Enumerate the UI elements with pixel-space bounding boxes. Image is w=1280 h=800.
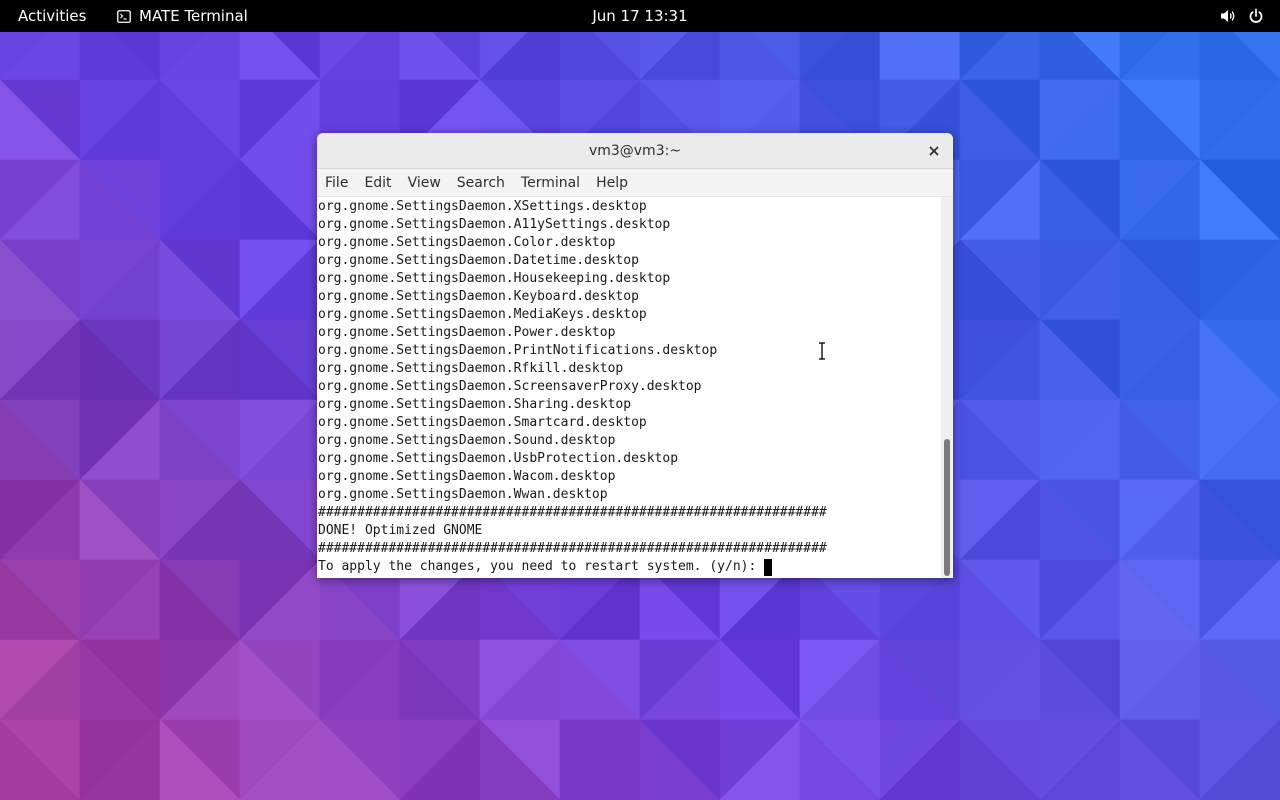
clock[interactable]: Jun 17 13:31 xyxy=(592,7,687,25)
terminal-line: org.gnome.SettingsDaemon.Datetime.deskto… xyxy=(318,253,639,268)
terminal-line: org.gnome.SettingsDaemon.Housekeeping.de… xyxy=(318,271,671,286)
terminal-line: DONE! Optimized GNOME xyxy=(318,523,483,538)
terminal-line: org.gnome.SettingsDaemon.Color.desktop xyxy=(318,235,616,250)
terminal-scrollbar[interactable] xyxy=(941,197,953,578)
terminal-line: org.gnome.SettingsDaemon.PrintNotificati… xyxy=(318,343,718,358)
activities-button[interactable]: Activities xyxy=(18,0,86,32)
terminal-line: org.gnome.SettingsDaemon.Keyboard.deskto… xyxy=(318,289,639,304)
terminal-output[interactable]: org.gnome.SettingsDaemon.XSettings.deskt… xyxy=(317,197,941,578)
menu-help[interactable]: Help xyxy=(590,169,634,197)
scrollbar-thumb[interactable] xyxy=(944,439,950,576)
window-titlebar[interactable]: vm3@vm3:~ xyxy=(317,133,953,169)
menu-file[interactable]: File xyxy=(319,169,354,197)
top-bar: Activities MATE Terminal Jun 17 13:31 xyxy=(0,0,1280,32)
terminal-line: org.gnome.SettingsDaemon.Sharing.desktop xyxy=(318,397,632,412)
terminal-prompt-line: To apply the changes, you need to restar… xyxy=(318,558,827,576)
terminal-line: org.gnome.SettingsDaemon.Wwan.desktop xyxy=(318,487,608,502)
terminal-prompt: To apply the changes, you need to restar… xyxy=(318,559,765,574)
close-button[interactable] xyxy=(925,142,943,160)
terminal-icon xyxy=(117,9,131,23)
terminal-line: org.gnome.SettingsDaemon.UsbProtection.d… xyxy=(318,451,679,466)
menu-bar: File Edit View Search Terminal Help xyxy=(317,169,953,197)
terminal-line: org.gnome.SettingsDaemon.Sound.desktop xyxy=(318,433,616,448)
app-name: MATE Terminal xyxy=(139,7,248,25)
terminal-cursor xyxy=(764,558,773,576)
menu-terminal[interactable]: Terminal xyxy=(515,169,586,197)
power-icon xyxy=(1249,8,1263,23)
terminal-lines: org.gnome.SettingsDaemon.XSettings.deskt… xyxy=(318,198,827,576)
system-tray[interactable] xyxy=(1220,0,1264,32)
terminal-line: ########################################… xyxy=(318,541,827,556)
volume-icon xyxy=(1221,10,1235,22)
terminal-line: org.gnome.SettingsDaemon.A11ySettings.de… xyxy=(318,217,671,232)
close-icon xyxy=(929,146,939,156)
window-title: vm3@vm3:~ xyxy=(588,143,682,159)
app-menu-button[interactable]: MATE Terminal xyxy=(117,0,248,32)
menu-search[interactable]: Search xyxy=(451,169,511,197)
terminal-line: org.gnome.SettingsDaemon.Smartcard.deskt… xyxy=(318,415,647,430)
menu-edit[interactable]: Edit xyxy=(358,169,397,197)
terminal-line: org.gnome.SettingsDaemon.ScreensaverProx… xyxy=(318,379,702,394)
terminal-line: org.gnome.SettingsDaemon.Power.desktop xyxy=(318,325,616,340)
terminal-line: org.gnome.SettingsDaemon.Rfkill.desktop xyxy=(318,361,624,376)
terminal-line: org.gnome.SettingsDaemon.XSettings.deskt… xyxy=(318,199,647,214)
terminal-line: org.gnome.SettingsDaemon.MediaKeys.deskt… xyxy=(318,307,647,322)
menu-view[interactable]: View xyxy=(402,169,447,197)
terminal-line: org.gnome.SettingsDaemon.Wacom.desktop xyxy=(318,469,616,484)
terminal-window: vm3@vm3:~ File Edit View Search Terminal… xyxy=(317,133,953,578)
terminal-line: ########################################… xyxy=(318,505,827,520)
